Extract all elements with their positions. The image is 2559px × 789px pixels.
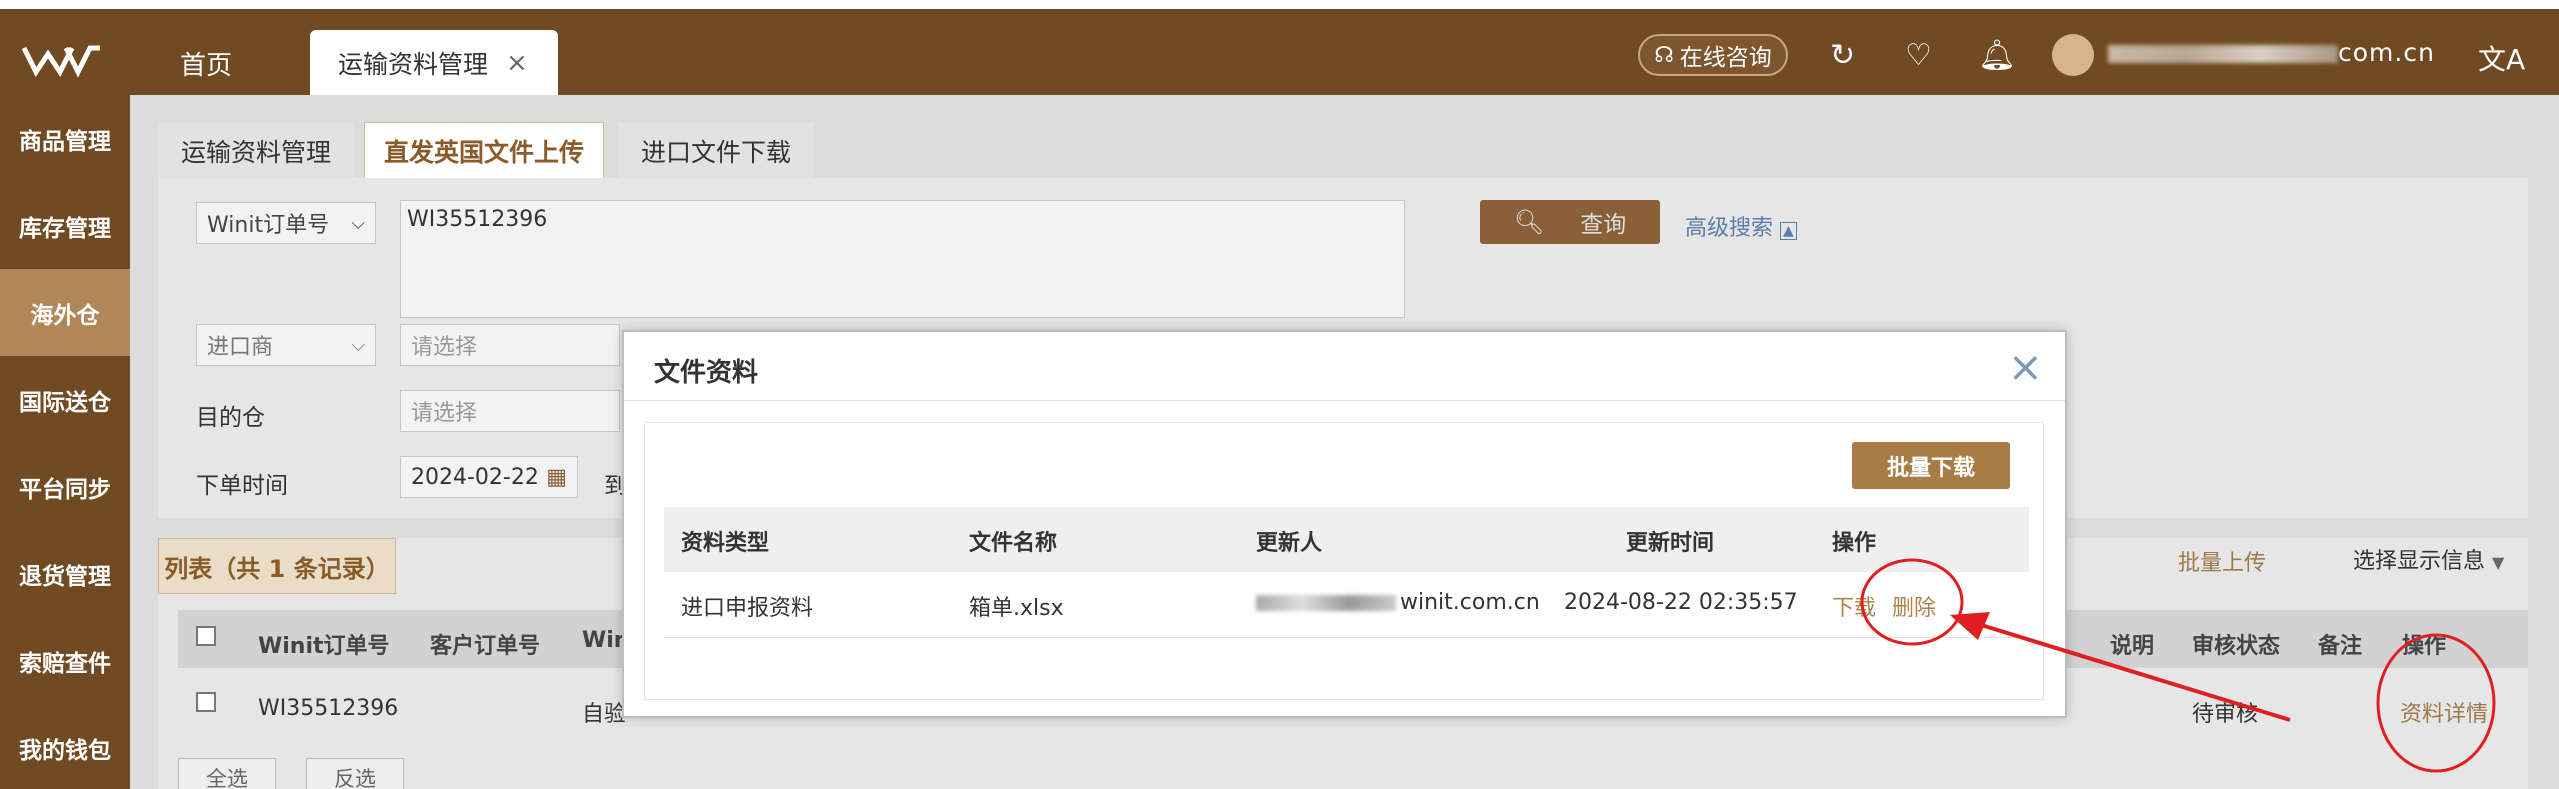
user-name-suffix: com.cn xyxy=(2338,38,2435,67)
col-customer-order: 客户订单号 xyxy=(430,634,541,659)
sidebar-item-products[interactable]: 商品管理 xyxy=(0,95,130,182)
order-number-textarea[interactable]: WI35512396 xyxy=(400,200,1405,318)
search-button[interactable]: 🔍︎ 查询 xyxy=(1480,200,1660,244)
user-name[interactable]: com.cn xyxy=(2108,38,2435,67)
search-button-label: 查询 xyxy=(1580,212,1627,238)
list-tab[interactable]: 列表（共 1 条记录） xyxy=(158,538,396,594)
subtab-import-download[interactable]: 进口文件下载 xyxy=(618,122,814,178)
mcol-updated-at: 更新时间 xyxy=(1626,531,1715,556)
select-all-checkbox[interactable] xyxy=(196,626,216,646)
caret-up-icon: ▲ xyxy=(1780,222,1797,240)
language-icon[interactable]: 文A xyxy=(2478,38,2525,78)
delete-link[interactable]: 删除 xyxy=(1892,590,1936,622)
col-winit-order: Winit订单号 xyxy=(258,634,390,659)
col-actions: 操作 xyxy=(2402,634,2447,659)
refresh-icon[interactable]: ↻ xyxy=(1830,38,1855,73)
subtab-uk-upload[interactable]: 直发英国文件上传 xyxy=(364,122,604,178)
row-status: 待审核 xyxy=(2192,702,2259,727)
headset-icon: ☊ xyxy=(1654,42,1674,68)
col-review-status: 审核状态 xyxy=(2192,634,2281,659)
heart-icon[interactable]: ♡ xyxy=(1905,38,1932,73)
chevron-down-icon: ⌵ xyxy=(351,334,365,356)
updater-blurred xyxy=(1256,595,1396,611)
importer-placeholder: 请选择 xyxy=(411,335,478,360)
sidebar-item-inventory[interactable]: 库存管理 xyxy=(0,182,130,269)
chat-label: 在线咨询 xyxy=(1679,45,1772,71)
order-type-value: Winit订单号 xyxy=(207,213,330,238)
order-number-value: WI35512396 xyxy=(407,207,548,232)
date-from-input[interactable]: 2024-02-22 ▦ xyxy=(400,456,578,498)
order-type-select[interactable]: Winit订单号 ⌵ xyxy=(196,202,376,244)
modal-title: 文件资料 xyxy=(654,358,759,388)
dest-warehouse-input[interactable]: 请选择 xyxy=(400,390,620,432)
tab-shipping-docs[interactable]: 运输资料管理 × xyxy=(310,30,558,95)
advanced-search-link[interactable]: 高级搜索 ▲ xyxy=(1685,210,1797,242)
caret-down-icon: ▼ xyxy=(2492,553,2505,572)
col-note: 说明 xyxy=(2110,634,2155,659)
batch-download-button[interactable]: 批量下载 xyxy=(1852,442,2010,489)
importer-value: 进口商 xyxy=(207,335,274,360)
dest-placeholder: 请选择 xyxy=(411,401,478,426)
sidebar-item-intl-delivery[interactable]: 国际送仓 xyxy=(0,356,130,443)
row-order-no: WI35512396 xyxy=(258,696,399,721)
date-from-value: 2024-02-22 xyxy=(411,464,539,490)
modal-table-header xyxy=(664,507,2029,572)
row-divider xyxy=(664,637,2029,638)
row-checkbox[interactable] xyxy=(196,692,216,712)
col-remark: 备注 xyxy=(2318,634,2363,659)
row-updated-at: 2024-08-22 02:35:57 xyxy=(1564,590,1798,615)
row-doc-type: 进口申报资料 xyxy=(681,596,814,621)
bell-icon[interactable]: 🔔︎ xyxy=(1978,38,2016,73)
advanced-search-label: 高级搜索 xyxy=(1685,216,1774,241)
mcol-updater: 更新人 xyxy=(1256,531,1323,556)
batch-upload-button[interactable]: 批量上传 xyxy=(2178,545,2266,577)
calendar-icon[interactable]: ▦ xyxy=(546,465,567,490)
display-info-dropdown[interactable]: 选择显示信息 ▼ xyxy=(2353,543,2504,575)
nav-home[interactable]: 首页 xyxy=(180,45,232,82)
file-docs-modal: 文件资料 × 批量下载 资料类型 文件名称 更新人 更新时间 操作 进口申报资料… xyxy=(622,330,2067,718)
row-col3: 自验 xyxy=(582,702,627,727)
avatar[interactable] xyxy=(2052,34,2094,76)
download-link[interactable]: 下载 xyxy=(1832,590,1876,622)
doc-details-link[interactable]: 资料详情 xyxy=(2400,696,2488,728)
importer-select[interactable]: 进口商 ⌵ xyxy=(196,324,376,366)
sidebar-item-wallet[interactable]: 我的钱包 xyxy=(0,704,130,789)
search-icon: 🔍︎ xyxy=(1513,208,1545,236)
invert-selection-button[interactable]: 反选 xyxy=(306,758,404,789)
chevron-down-icon: ⌵ xyxy=(351,212,365,234)
online-chat-button[interactable]: ☊ 在线咨询 xyxy=(1638,34,1788,76)
order-date-label: 下单时间 xyxy=(196,473,288,499)
tab-label: 运输资料管理 xyxy=(338,49,489,79)
modal-divider xyxy=(624,400,2065,401)
mcol-file-name: 文件名称 xyxy=(969,531,1058,556)
sidebar-item-overseas-warehouse[interactable]: 海外仓 xyxy=(0,269,130,356)
row-file-name: 箱单.xlsx xyxy=(969,596,1064,621)
updater-suffix: winit.com.cn xyxy=(1400,590,1540,615)
sidebar-item-returns[interactable]: 退货管理 xyxy=(0,530,130,617)
close-icon[interactable]: × xyxy=(2008,342,2043,391)
user-name-blurred xyxy=(2108,45,2338,63)
importer-input[interactable]: 请选择 xyxy=(400,324,620,366)
winit-logo[interactable] xyxy=(22,40,102,80)
top-bar: 首页 运输资料管理 × ☊ 在线咨询 ↻ ♡ 🔔︎ com.cn 文A xyxy=(0,0,2559,95)
dest-warehouse-label: 目的仓 xyxy=(196,405,265,431)
sidebar: 商品管理 库存管理 海外仓 国际送仓 平台同步 退货管理 索赔查件 我的钱包 xyxy=(0,95,130,789)
select-all-button[interactable]: 全选 xyxy=(178,758,276,789)
tab-close-icon[interactable]: × xyxy=(506,48,528,78)
mcol-doc-type: 资料类型 xyxy=(681,531,770,556)
subtab-shipping-docs[interactable]: 运输资料管理 xyxy=(158,122,354,178)
row-updater: winit.com.cn xyxy=(1256,590,1540,615)
sidebar-item-platform-sync[interactable]: 平台同步 xyxy=(0,443,130,530)
mcol-actions: 操作 xyxy=(1832,531,1877,556)
display-info-label: 选择显示信息 xyxy=(2353,549,2486,574)
sidebar-item-claims[interactable]: 索赔查件 xyxy=(0,617,130,704)
